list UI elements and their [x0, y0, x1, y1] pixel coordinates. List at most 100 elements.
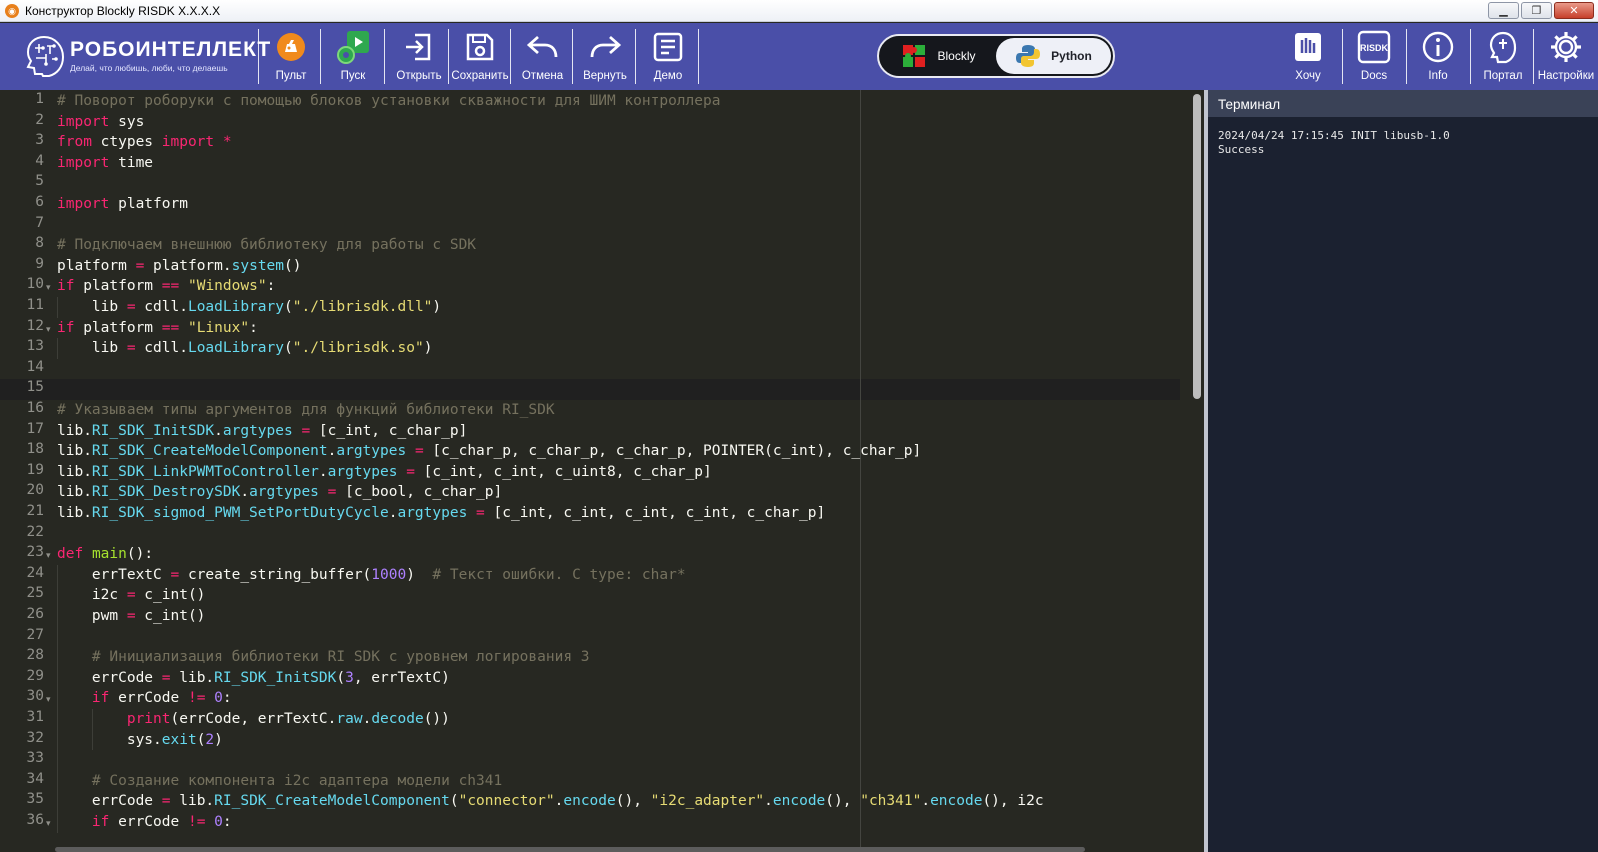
code-token: . — [764, 793, 773, 810]
code-token: raw — [336, 711, 363, 727]
code-line[interactable]: # Указываем типы аргументов для функций … — [57, 400, 555, 421]
run-button[interactable]: Пуск — [330, 23, 376, 90]
code-line[interactable]: lib.RI_SDK_InitSDK.argtypes = [c_int, c_… — [57, 421, 467, 442]
code-token: [c_int, c_char_p] — [310, 422, 468, 439]
save-button[interactable]: Сохранить — [450, 23, 510, 90]
code-line[interactable]: def main(): — [57, 544, 153, 565]
code-line[interactable]: # Инициализация библиотеки RI SDK с уров… — [57, 647, 590, 668]
code-line[interactable]: # Подключаем внешнюю библиотеку для рабо… — [57, 235, 476, 256]
blockly-mode-button[interactable]: Blockly — [881, 38, 996, 74]
portal-button[interactable]: Портал — [1476, 23, 1530, 90]
brand-logo: РОБОИНТЕЛЛЕКТ Делай, что любишь, люби, ч… — [22, 34, 271, 78]
code-token: ( — [284, 340, 293, 357]
code-line[interactable]: errCode = lib.RI_SDK_InitSDK(3, errTextC… — [57, 668, 450, 689]
code-line[interactable]: import time — [57, 153, 153, 174]
code-token: # Поворот роборуки с помощью блоков уста… — [57, 93, 721, 109]
fold-toggle-icon[interactable]: ▾ — [46, 550, 51, 561]
terminal-panel: Терминал 2024/04/24 17:15:45 INIT libusb… — [1208, 90, 1598, 852]
code-line[interactable]: errCode = lib.RI_SDK_CreateModelComponen… — [57, 791, 1044, 812]
line-number: 33 — [26, 750, 44, 767]
code-line[interactable]: pwm = c_int() — [57, 606, 206, 627]
code-token: = — [476, 505, 485, 521]
fold-toggle-icon[interactable]: ▾ — [46, 818, 51, 829]
editor-horizontal-scrollbar[interactable] — [55, 847, 1085, 852]
code-line[interactable]: lib.RI_SDK_sigmod_PWM_SetPortDutyCycle.a… — [57, 503, 825, 524]
code-line[interactable]: lib = cdll.LoadLibrary("./librisdk.dll") — [57, 297, 441, 318]
code-token: [c_int, c_int, c_uint8, c_char_p] — [414, 463, 712, 480]
window-title: Конструктор Blockly RISDK X.X.X.X — [25, 3, 221, 18]
code-line[interactable]: from ctypes import * — [57, 132, 232, 153]
code-token: i2c — [57, 587, 127, 604]
redo-button[interactable]: Вернуть — [577, 23, 633, 90]
code-token: def — [57, 546, 84, 563]
docs-button[interactable]: RISDK Docs — [1348, 23, 1400, 90]
remote-control-button[interactable]: Пульт — [268, 23, 314, 90]
code-line[interactable]: if errCode != 0: — [57, 812, 232, 833]
code-token: = — [126, 587, 136, 604]
minimize-button[interactable]: ▁ — [1488, 2, 1519, 19]
line-number: 35 — [26, 791, 44, 808]
code-line[interactable]: # Поворот роборуки с помощью блоков уста… — [57, 91, 720, 112]
code-token: * — [222, 134, 232, 151]
terminal-title: Терминал — [1208, 90, 1598, 117]
line-number: 27 — [26, 626, 44, 643]
code-token: 0 — [214, 814, 223, 830]
line-number: 28 — [26, 647, 44, 664]
fold-toggle-icon[interactable]: ▾ — [46, 694, 51, 705]
code-line[interactable]: if platform == "Linux": — [57, 318, 258, 339]
robot-head-logo-icon — [26, 35, 65, 77]
code-line[interactable]: errTextC = create_string_buffer(1000) # … — [57, 565, 686, 586]
code-line[interactable]: if platform == "Windows": — [57, 276, 275, 297]
app-icon: ◉ — [5, 3, 19, 18]
docs-icon-text: RISDK — [1360, 43, 1389, 53]
demo-button[interactable]: Демо — [640, 23, 696, 90]
code-line[interactable]: if errCode != 0: — [57, 688, 232, 709]
code-line[interactable]: lib = cdll.LoadLibrary("./librisdk.so") — [57, 338, 433, 359]
code-token: # Создание компонента i2c адаптера модел… — [91, 772, 503, 789]
code-token: c_int() — [135, 608, 206, 624]
terminal-output[interactable]: 2024/04/24 17:15:45 INIT libusb-1.0 Succe… — [1208, 117, 1598, 169]
want-button[interactable]: Хочу — [1282, 23, 1334, 90]
code-token: (errCode, errTextC. — [170, 711, 337, 727]
code-token: . — [921, 793, 931, 810]
editor-vertical-scrollbar[interactable] — [1190, 90, 1204, 852]
code-line[interactable]: print(errCode, errTextC.raw.decode()) — [57, 709, 450, 730]
code-token: "./librisdk.dll" — [292, 299, 433, 315]
code-token: sys. — [57, 731, 162, 748]
code-token: ( — [336, 669, 346, 686]
code-line[interactable]: lib.RI_SDK_LinkPWMToController.argtypes … — [57, 462, 712, 483]
open-file-icon — [406, 33, 431, 61]
maximize-button[interactable]: ❐ — [1521, 2, 1552, 19]
brand-name: РОБОИНТЕЛЛЕКТ — [70, 38, 272, 61]
close-button[interactable]: ✕ — [1554, 2, 1594, 19]
code-line[interactable]: lib.RI_SDK_CreateModelComponent.argtypes… — [57, 441, 921, 462]
code-line[interactable]: i2c = c_int() — [57, 585, 206, 606]
line-number: 32 — [26, 729, 44, 746]
fold-toggle-icon[interactable]: ▾ — [46, 282, 51, 293]
code-line[interactable]: lib.RI_SDK_DestroySDK.argtypes = [c_bool… — [57, 482, 502, 503]
scrollbar-thumb[interactable] — [1193, 94, 1201, 399]
code-line[interactable]: platform = platform.system() — [57, 256, 301, 277]
line-number: 34 — [26, 770, 44, 787]
info-button[interactable]: Info — [1412, 23, 1464, 90]
code-token: [c_char_p, c_char_p, c_char_p, POINTER(c… — [423, 443, 922, 460]
code-line[interactable]: import sys — [57, 112, 144, 133]
code-token: RI_SDK_DestroySDK — [91, 484, 241, 501]
undo-button[interactable]: Отмена — [515, 23, 570, 90]
code-line[interactable]: # Создание компонента i2c адаптера модел… — [57, 771, 502, 792]
settings-button[interactable]: Настройки — [1536, 23, 1596, 90]
code-content[interactable]: # Поворот роборуки с помощью блоков уста… — [57, 90, 1187, 852]
code-line[interactable]: import platform — [57, 194, 188, 215]
fold-toggle-icon[interactable]: ▾ — [46, 324, 51, 335]
code-token: RI_SDK_InitSDK — [91, 422, 215, 439]
remote-control-icon — [277, 33, 305, 61]
open-button[interactable]: Открыть — [389, 23, 449, 90]
code-token: from — [57, 134, 92, 151]
close-icon: ✕ — [1569, 5, 1579, 17]
code-line[interactable]: sys.exit(2) — [57, 730, 223, 751]
python-mode-button[interactable]: Python — [996, 38, 1111, 74]
code-editor[interactable]: 1 2 3 4 5 6 7 8 9 10 ▾ 11 12 ▾ 13 14 15 16 17 18 19 20 21 22 23 ▾… — [0, 90, 1190, 852]
